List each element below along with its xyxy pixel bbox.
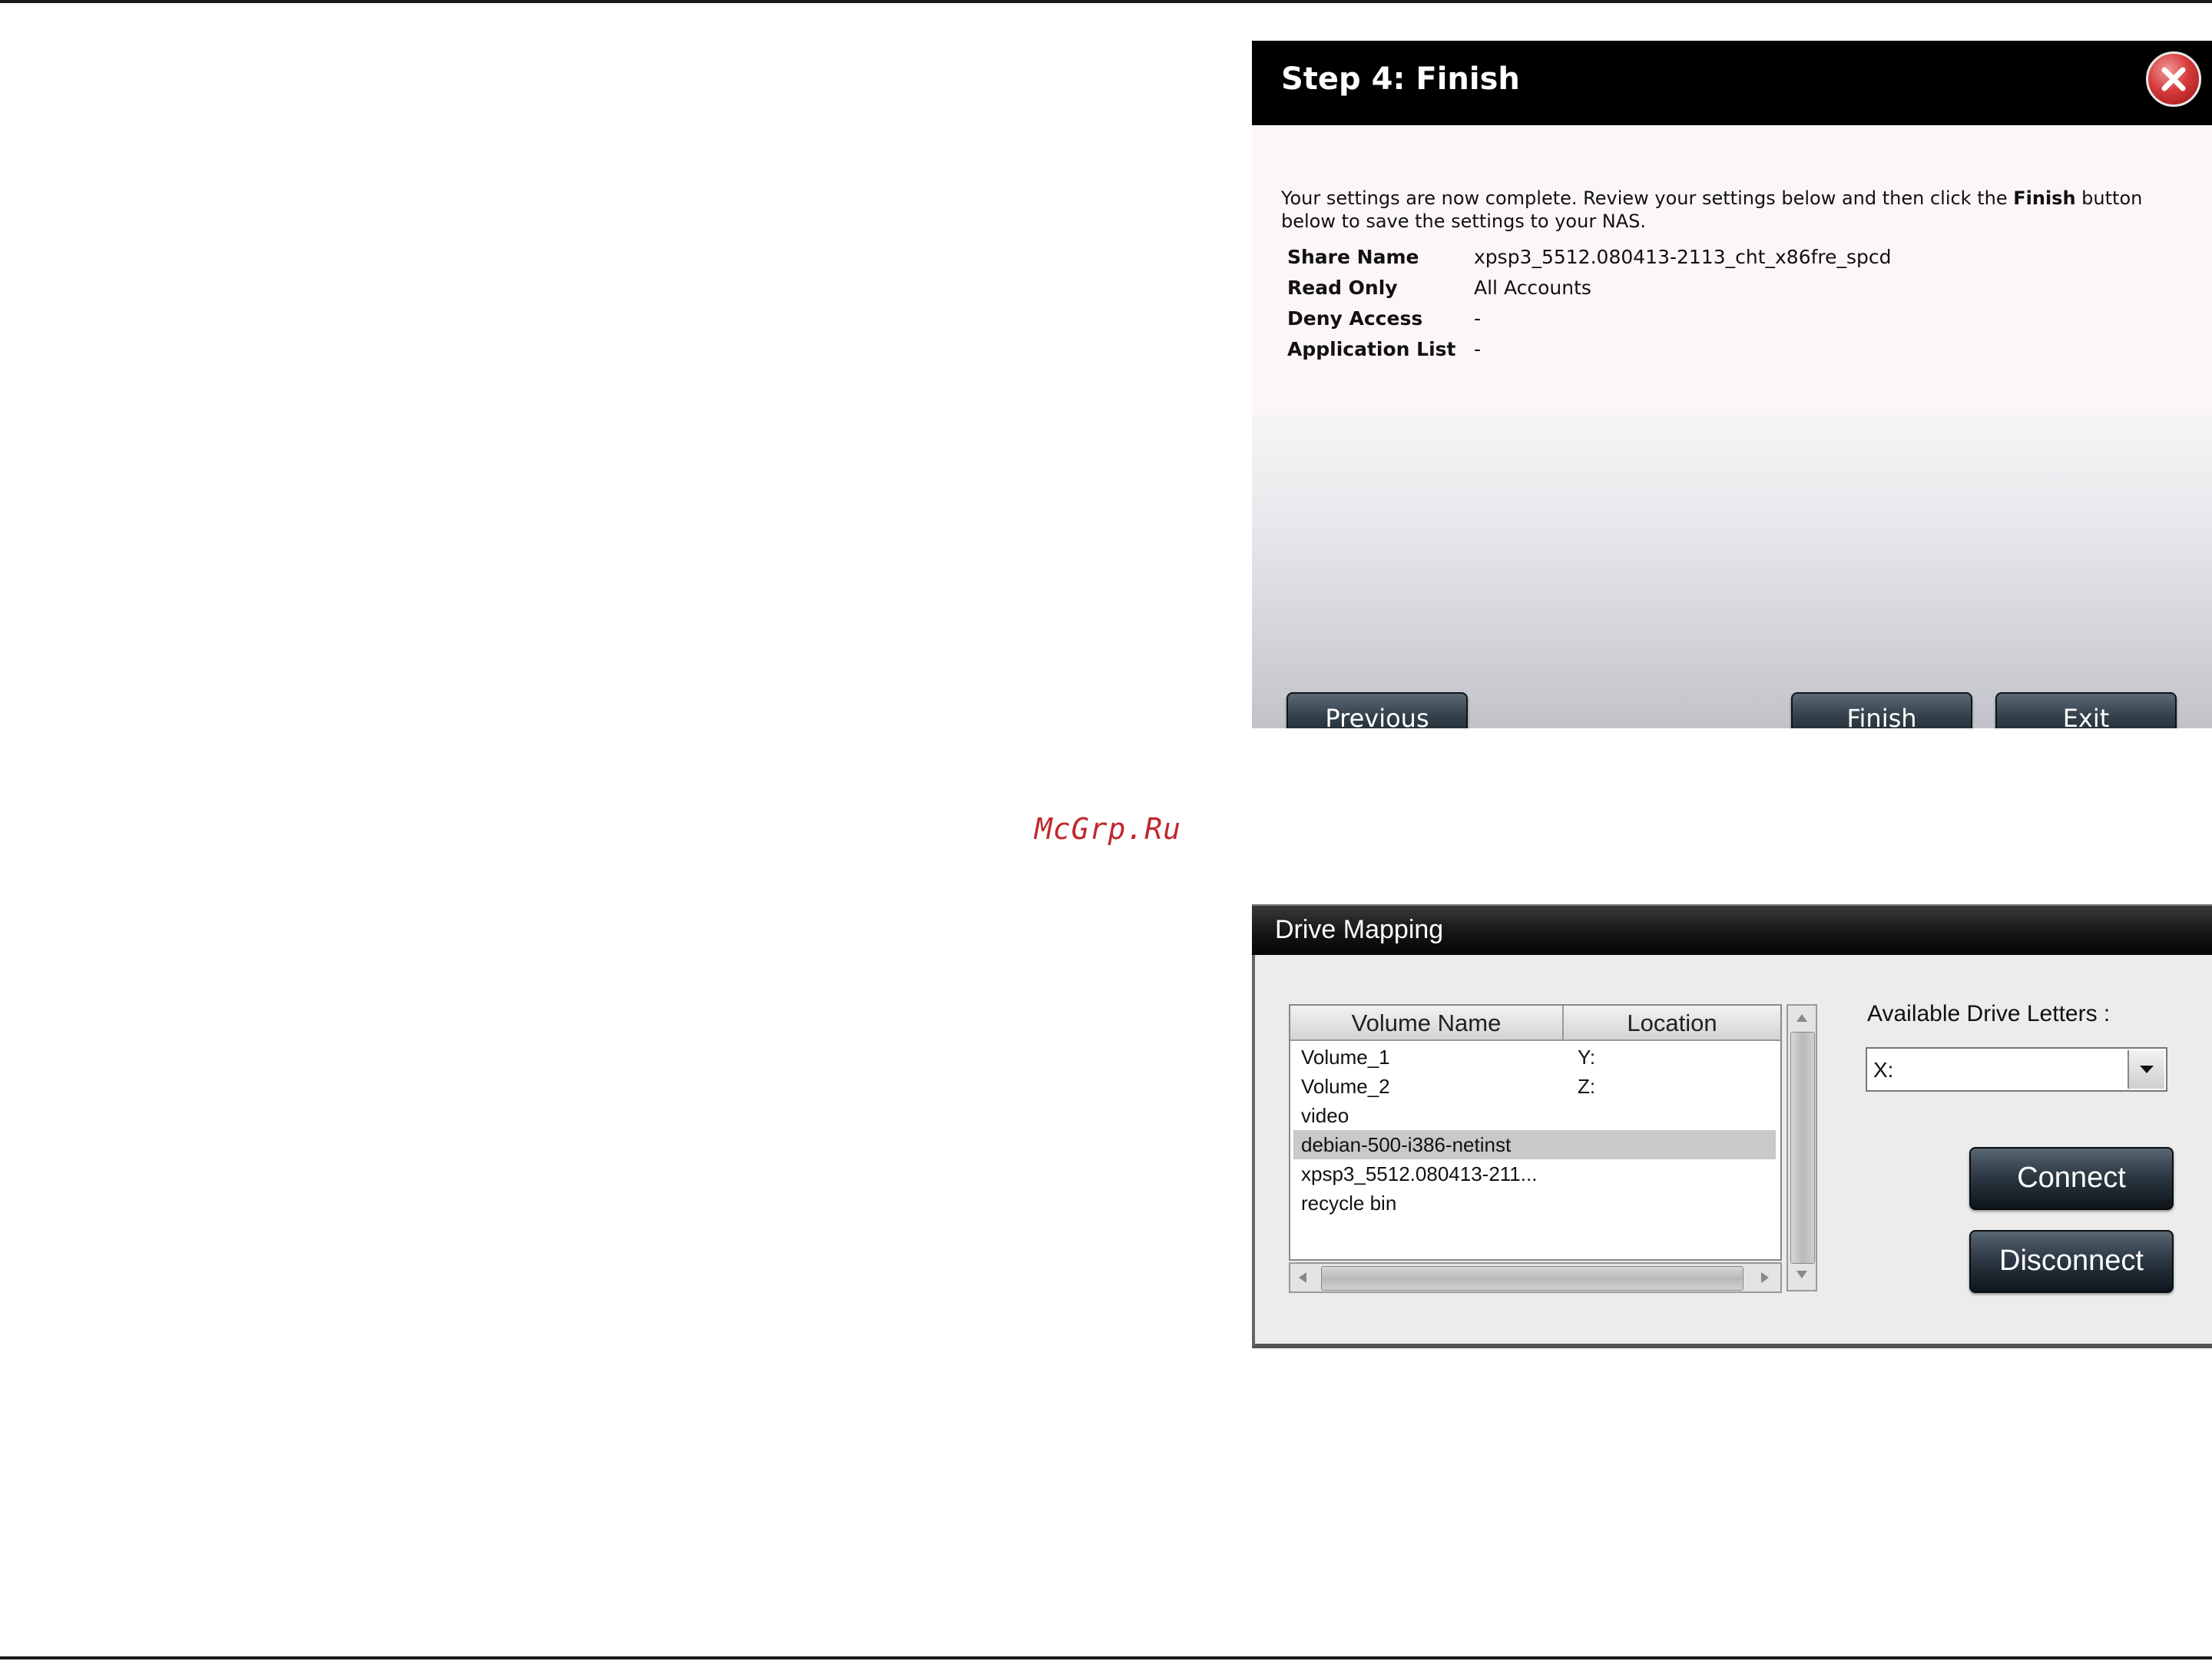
setting-label: Application List [1287,338,1456,360]
scroll-up-arrow-icon[interactable] [1796,1013,1808,1023]
horizontal-scrollbar[interactable] [1289,1262,1782,1293]
list-item[interactable]: recycle bin [1293,1189,1776,1218]
dialog-titlebar: Step 4: Finish [1252,41,2212,125]
available-drive-letters-label: Available Drive Letters : [1867,1001,2111,1026]
setting-label: Deny Access [1287,307,1423,330]
drive-letter-select[interactable]: X: [1866,1047,2167,1092]
window-title: Drive Mapping [1275,915,1444,944]
list-item[interactable]: video [1293,1101,1776,1130]
scroll-left-arrow-icon[interactable] [1298,1271,1307,1284]
dialog-footer: Previous Finish Exit [1252,413,2212,728]
close-icon[interactable] [2146,51,2201,107]
list-item[interactable]: Volume_2 Z: [1293,1072,1776,1101]
volume-name: xpsp3_5512.080413-211... [1301,1162,1538,1185]
volume-name: video [1301,1104,1349,1127]
window-body: Volume Name Location Volume_1 Y: Volume_… [1252,955,2212,1348]
vertical-scrollbar[interactable] [1786,1004,1817,1291]
dropdown-button[interactable] [2128,1050,2164,1089]
setting-label: Share Name [1287,246,1419,268]
finish-button[interactable]: Finish [1791,692,1972,728]
column-header-location[interactable]: Location [1564,1006,1780,1039]
setting-value: All Accounts [1474,277,1591,299]
volume-location: Z: [1578,1075,1596,1098]
connect-button[interactable]: Connect [1969,1147,2174,1210]
intro-text: Your settings are now complete. Review y… [1281,187,2143,232]
volume-name: debian-500-i386-netinst [1301,1133,1512,1156]
setting-value: - [1474,307,1482,330]
volume-list: Volume Name Location Volume_1 Y: Volume_… [1289,1004,1782,1261]
exit-button[interactable]: Exit [1995,692,2177,728]
volume-location: Y: [1578,1046,1596,1069]
list-header: Volume Name Location [1290,1006,1780,1041]
disconnect-button[interactable]: Disconnect [1969,1230,2174,1293]
finish-dialog: Step 4: Finish Your settings are now com… [1252,41,2212,728]
horizontal-scroll-thumb[interactable] [1321,1266,1743,1291]
dialog-content: Your settings are now complete. Review y… [1252,125,2212,413]
previous-button[interactable]: Previous [1286,692,1468,728]
volume-name: Volume_2 [1301,1075,1390,1098]
chevron-down-icon [2140,1066,2154,1073]
vertical-scroll-thumb[interactable] [1790,1032,1815,1264]
drive-mapping-window: Drive Mapping Volume Name Location Volum… [1252,904,2212,1348]
setting-label: Read Only [1287,277,1398,299]
scroll-right-arrow-icon[interactable] [1760,1271,1770,1284]
setting-value: xpsp3_5512.080413-2113_cht_x86fre_spcd [1474,246,1892,268]
list-item[interactable]: xpsp3_5512.080413-211... [1293,1159,1776,1189]
setting-value: - [1474,338,1482,360]
volume-name: recycle bin [1301,1192,1397,1215]
drive-letter-value: X: [1873,1058,1894,1082]
watermark-text: McGrp.Ru [1035,812,1182,846]
bottom-rule [0,1656,2212,1659]
volume-name: Volume_1 [1301,1046,1390,1069]
top-rule [0,0,2212,3]
scroll-down-arrow-icon[interactable] [1796,1270,1808,1279]
dialog-title: Step 4: Finish [1281,61,1520,97]
list-item-selected[interactable]: debian-500-i386-netinst [1293,1130,1776,1159]
column-header-volume-name[interactable]: Volume Name [1290,1006,1564,1039]
window-titlebar: Drive Mapping [1252,904,2212,955]
list-item[interactable]: Volume_1 Y: [1293,1043,1776,1072]
